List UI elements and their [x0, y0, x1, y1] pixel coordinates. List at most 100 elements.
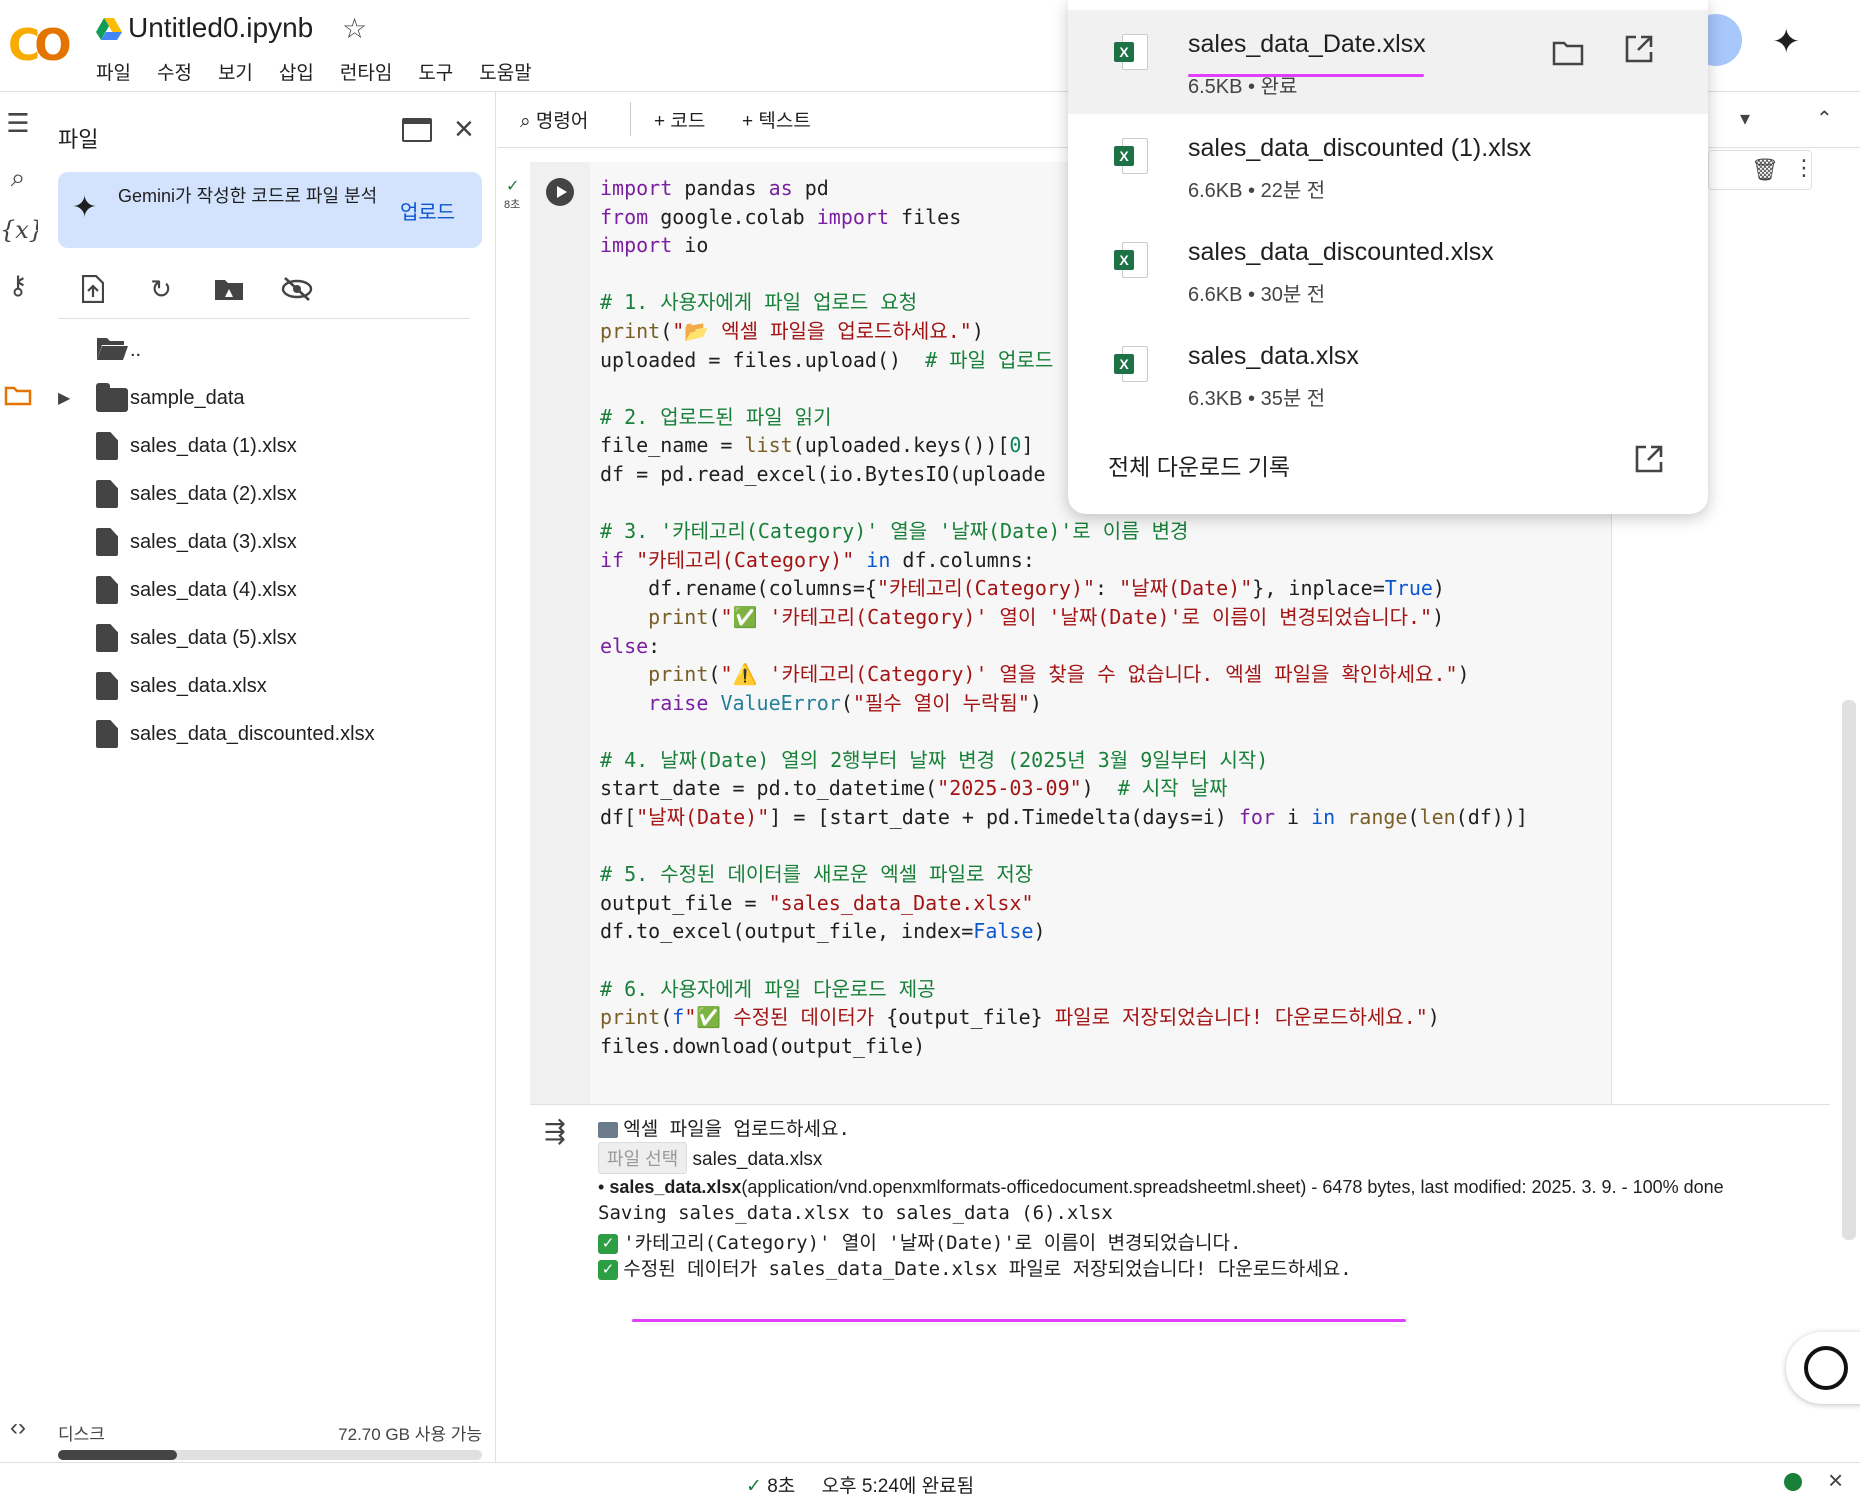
- output-collapse-icon[interactable]: ⇶: [544, 1116, 566, 1147]
- file-tree: .. ▶ sample_data sales_data (1).xlsx sal…: [58, 326, 478, 758]
- tree-item-label: sales_data.xlsx: [130, 674, 267, 697]
- menu-insert[interactable]: 삽입: [277, 56, 316, 87]
- output-saving: Saving sales_data.xlsx to sales_data (6)…: [598, 1202, 1113, 1224]
- close-icon[interactable]: ×: [1828, 1465, 1843, 1496]
- open-external-icon[interactable]: [1624, 34, 1654, 64]
- file-panel: 파일 × ✦ Gemini가 작성한 코드로 파일 분석 업로드 ↻ .. ▶ …: [38, 92, 496, 1462]
- download-name: sales_data_Date.xlsx: [1188, 30, 1426, 58]
- download-name: sales_data_discounted (1).xlsx: [1188, 134, 1532, 162]
- file-icon: [96, 432, 122, 460]
- download-item[interactable]: X sales_data.xlsx 6.3KB • 35분 전: [1068, 322, 1708, 426]
- tree-item-label: ..: [130, 338, 142, 361]
- file-tools: ↻: [74, 270, 316, 308]
- menu-file[interactable]: 파일: [94, 56, 133, 87]
- tree-item-file[interactable]: sales_data (2).xlsx: [58, 470, 478, 518]
- find-icon[interactable]: ⌕: [0, 162, 36, 194]
- output-line: ✓ 수정된 데이터가 sales_data_Date.xlsx 파일로 저장되었…: [598, 1254, 1828, 1280]
- menu-help[interactable]: 도움말: [477, 56, 533, 87]
- status-bar: ✓ 8초 오후 5:24에 완료됨 ×: [0, 1462, 1860, 1498]
- command-label: 명령어: [535, 111, 589, 132]
- excel-file-icon: X: [1114, 242, 1150, 282]
- menu-edit[interactable]: 수정: [155, 56, 194, 87]
- show-in-folder-icon[interactable]: [1552, 40, 1584, 66]
- tree-item-file[interactable]: sales_data_discounted.xlsx: [58, 710, 478, 758]
- chevron-up-icon[interactable]: ⌃: [1816, 106, 1833, 131]
- file-icon: [96, 624, 122, 652]
- add-text-button[interactable]: + 텍스트: [742, 106, 811, 133]
- files-folder-icon[interactable]: [0, 382, 36, 413]
- scrollbar[interactable]: [1842, 700, 1856, 1240]
- output-text: 엑셀 파일을 업로드하세요.: [623, 1118, 850, 1140]
- download-item[interactable]: X sales_data_discounted.xlsx 6.6KB • 30분…: [1068, 218, 1708, 322]
- tree-item-folder[interactable]: ▶ sample_data: [58, 374, 478, 422]
- divider: [630, 102, 631, 136]
- file-icon: [96, 480, 122, 508]
- gemini-sparkle-icon[interactable]: ✦: [1772, 22, 1801, 62]
- menu-tools[interactable]: 도구: [416, 56, 455, 87]
- status-text: ✓ 8초 오후 5:24에 완료됨: [746, 1471, 974, 1498]
- gemini-suggestion[interactable]: ✦ Gemini가 작성한 코드로 파일 분석 업로드: [58, 172, 482, 248]
- menu-view[interactable]: 보기: [216, 56, 255, 87]
- divider: [58, 318, 470, 319]
- choose-file-button[interactable]: 파일 선택: [598, 1142, 688, 1174]
- tree-item-label: sales_data_discounted.xlsx: [130, 722, 375, 745]
- output-renamed: '카테고리(Category)' 열이 '날짜(Date)'로 이름이 변경되었…: [623, 1232, 1242, 1254]
- all-downloads-link[interactable]: 전체 다운로드 기록: [1108, 448, 1290, 482]
- gemini-sparkle-icon: ✦: [72, 191, 98, 224]
- add-code-button[interactable]: + 코드: [654, 106, 705, 133]
- tree-item-label: sales_data (5).xlsx: [130, 626, 297, 649]
- cell-gutter: [530, 162, 590, 1104]
- command-palette-button[interactable]: ⌕ 명령어: [520, 106, 588, 133]
- code-snippets-icon[interactable]: ‹›: [0, 1414, 36, 1442]
- toc-icon[interactable]: ☰: [0, 108, 36, 139]
- uploaded-file-name: sales_data.xlsx: [609, 1177, 742, 1197]
- delete-icon[interactable]: 🗑: [1751, 157, 1779, 183]
- menu-runtime[interactable]: 런타임: [338, 56, 394, 87]
- tree-item-file[interactable]: sales_data (1).xlsx: [58, 422, 478, 470]
- downloads-popup: X sales_data_Date.xlsx 6.5KB • 완료 X sale…: [1068, 0, 1708, 514]
- highlight-underline: [632, 1319, 1406, 1322]
- folder-icon: [96, 383, 128, 416]
- tree-item-file[interactable]: sales_data.xlsx: [58, 662, 478, 710]
- download-meta: 6.6KB • 22분 전: [1188, 180, 1326, 202]
- chevron-down-icon[interactable]: ▾: [1740, 106, 1750, 131]
- open-external-icon[interactable]: [1634, 444, 1664, 474]
- download-item[interactable]: X sales_data_discounted (1).xlsx 6.6KB •…: [1068, 114, 1708, 218]
- colab-logo[interactable]: CO: [8, 20, 72, 71]
- hide-files-icon[interactable]: [278, 270, 316, 308]
- highlight-underline: [1188, 74, 1424, 77]
- download-name: sales_data.xlsx: [1188, 342, 1359, 370]
- upload-file-icon[interactable]: [74, 270, 112, 308]
- download-meta: 6.6KB • 30분 전: [1188, 284, 1326, 306]
- tree-item-label: sales_data (3).xlsx: [130, 530, 297, 553]
- disk-available: 72.70 GB 사용 가능: [338, 1425, 482, 1444]
- star-icon[interactable]: ☆: [342, 12, 367, 45]
- uploaded-file-info: (application/vnd.openxmlformats-officedo…: [741, 1177, 1724, 1197]
- run-cell-button[interactable]: [546, 178, 574, 206]
- menu-bar: 파일 수정 보기 삽입 런타임 도구 도움말: [94, 56, 534, 87]
- close-icon[interactable]: ×: [454, 110, 474, 149]
- refresh-icon[interactable]: ↻: [142, 270, 180, 308]
- mount-drive-icon[interactable]: [210, 270, 248, 308]
- open-in-window-icon[interactable]: [402, 118, 432, 142]
- tree-item-label: sales_data (2).xlsx: [130, 482, 297, 505]
- tree-item-label: sales_data (1).xlsx: [130, 434, 297, 457]
- output-line: • sales_data.xlsx(application/vnd.openxm…: [598, 1177, 1724, 1197]
- download-item[interactable]: X sales_data_Date.xlsx 6.5KB • 완료: [1068, 10, 1708, 114]
- tree-item-parent[interactable]: ..: [58, 326, 478, 374]
- download-meta: 6.3KB • 35분 전: [1188, 388, 1326, 410]
- tree-item-file[interactable]: sales_data (4).xlsx: [58, 566, 478, 614]
- tree-item-file[interactable]: sales_data (3).xlsx: [58, 518, 478, 566]
- tree-item-file[interactable]: sales_data (5).xlsx: [58, 614, 478, 662]
- folder-open-icon: [598, 1121, 618, 1138]
- key-icon[interactable]: ⚷: [0, 270, 36, 301]
- expand-caret-icon[interactable]: ▶: [58, 388, 70, 408]
- upload-link[interactable]: 업로드: [400, 196, 455, 225]
- more-vert-icon[interactable]: ⋮: [1793, 155, 1815, 181]
- gemini-prompt-text: Gemini가 작성한 코드로 파일 분석: [118, 186, 378, 206]
- connection-status-icon[interactable]: [1784, 1473, 1802, 1491]
- folder-open-icon: [96, 336, 128, 364]
- notebook-title[interactable]: Untitled0.ipynb: [128, 12, 313, 44]
- assistant-button[interactable]: [1786, 1332, 1860, 1404]
- variables-icon[interactable]: {x}: [0, 216, 44, 244]
